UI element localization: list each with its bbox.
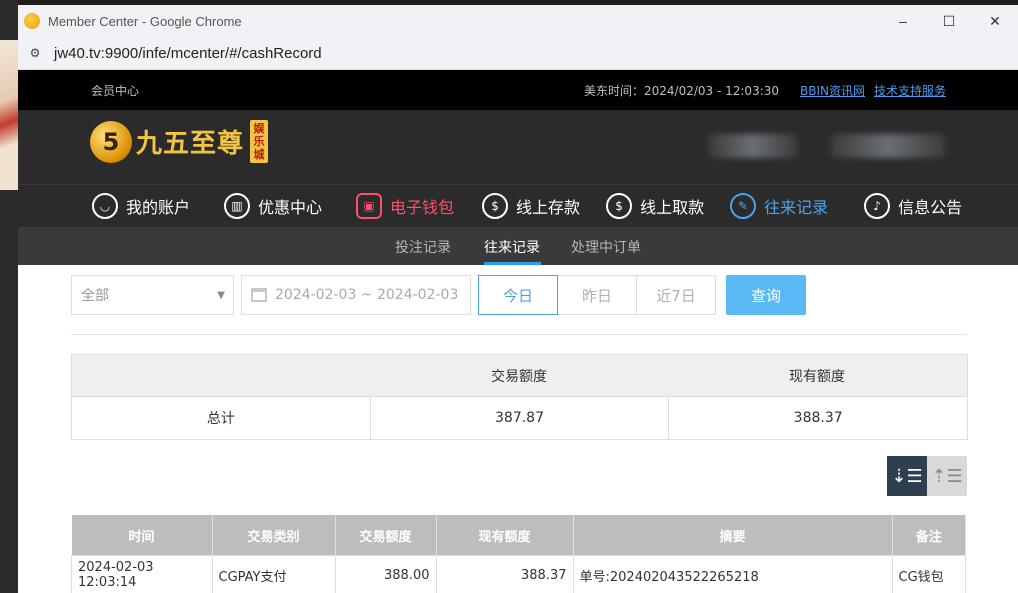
nav-label: 线上取款 bbox=[640, 198, 705, 217]
summary-header bbox=[72, 355, 370, 396]
bell-icon: ♪ bbox=[864, 193, 891, 219]
redacted-balance bbox=[830, 134, 946, 158]
today-button[interactable]: 今日 bbox=[478, 275, 558, 315]
summary-header: 现有额度 bbox=[789, 368, 845, 385]
redacted-username bbox=[708, 134, 798, 158]
type-select[interactable]: 全部 ▼ bbox=[71, 275, 234, 315]
gift-icon: ▥ bbox=[224, 193, 251, 219]
brand-bar: 5 九五至尊 娱乐城 bbox=[18, 110, 1018, 184]
summary-table: 交易额度 现有额度 总计 387.87 388.37 bbox=[71, 354, 968, 440]
nav-item-account[interactable]: ◡ 我的账户 bbox=[92, 193, 190, 219]
site-logo[interactable]: 5 九五至尊 娱乐城 bbox=[90, 120, 269, 163]
divider bbox=[71, 334, 967, 335]
table-row: 2024-02-03 12:03:14 CGPAY支付 388.00 388.3… bbox=[71, 555, 966, 593]
type-select-value: 全部 bbox=[81, 288, 109, 304]
browser-window: Member Center - Google Chrome – ☐ ✕ ⚙ jw… bbox=[18, 5, 1018, 593]
minimize-button[interactable]: – bbox=[880, 13, 926, 30]
nav-item-withdraw[interactable]: $ 线上取款 bbox=[606, 193, 704, 219]
summary-total-row: 总计 387.87 388.37 bbox=[72, 397, 967, 439]
table-cell: 388.37 bbox=[435, 555, 574, 593]
summary-cell: 387.87 bbox=[369, 397, 669, 439]
nav-label: 线上存款 bbox=[516, 198, 581, 217]
site-info-icon[interactable]: ⚙ bbox=[26, 46, 44, 60]
member-center-label: 会员中心 bbox=[91, 83, 140, 98]
column-header: 备注 bbox=[892, 515, 966, 556]
logo-name: 九五至尊 bbox=[136, 129, 245, 159]
nav-item-notice[interactable]: ♪ 信息公告 bbox=[864, 193, 962, 219]
record-icon: ✎ bbox=[730, 193, 757, 219]
window-title: Member Center - Google Chrome bbox=[48, 13, 242, 29]
summary-cell: 总计 bbox=[206, 411, 235, 427]
table-cell: 2024-02-03 12:03:14 bbox=[71, 555, 213, 593]
tab-cash-records[interactable]: 往来记录 bbox=[484, 237, 540, 257]
calendar-icon bbox=[251, 288, 267, 302]
records-table: 时间 交易类别 交易额度 现有额度 摘要 备注 2024-02-03 12:03… bbox=[71, 515, 966, 593]
withdraw-icon: $ bbox=[606, 193, 633, 219]
browser-titlebar: Member Center - Google Chrome – ☐ ✕ bbox=[18, 5, 1018, 37]
site-favicon-icon bbox=[24, 13, 40, 29]
yesterday-button[interactable]: 昨日 bbox=[557, 275, 637, 315]
url-text[interactable]: jw40.tv:9900/infe/mcenter/#/cashRecord bbox=[54, 45, 322, 62]
logo-mark-icon: 5 bbox=[90, 120, 132, 163]
top-info-bar: 会员中心 美东时间：2024/02/03 - 12:03:30 BBIN资讯网 … bbox=[18, 70, 1018, 110]
column-header: 摘要 bbox=[573, 515, 893, 556]
main-nav: ◡ 我的账户 ▥ 优惠中心 ▣ 电子钱包 $ 线上存款 $ 线上取款 ✎ 往来记录 ♪ 信息公… bbox=[18, 184, 1018, 227]
tech-support-link[interactable]: 技术支持服务 bbox=[874, 82, 946, 99]
date-range-input[interactable]: 2024-02-03 ~ 2024-02-03 bbox=[241, 275, 471, 315]
address-bar[interactable]: ⚙ jw40.tv:9900/infe/mcenter/#/cashRecord bbox=[18, 37, 1018, 70]
logo-tag: 娱乐城 bbox=[250, 120, 269, 163]
nav-item-deposit[interactable]: $ 线上存款 bbox=[482, 193, 580, 219]
tab-pending-orders[interactable]: 处理中订单 bbox=[571, 237, 641, 257]
wallet-icon: ▣ bbox=[356, 193, 383, 219]
nav-label: 信息公告 bbox=[898, 198, 963, 217]
table-cell: 388.00 bbox=[334, 555, 437, 593]
query-button[interactable]: 查询 bbox=[726, 275, 806, 315]
filter-bar: 全部 ▼ 2024-02-03 ~ 2024-02-03 今日 昨日 近7日 查… bbox=[71, 275, 806, 315]
sub-nav: 投注记录 往来记录 处理中订单 bbox=[18, 227, 1018, 265]
desktop-background bbox=[0, 0, 18, 593]
summary-cell: 388.37 bbox=[668, 397, 967, 439]
user-icon: ◡ bbox=[92, 193, 118, 219]
nav-label: 往来记录 bbox=[764, 198, 829, 217]
main-content: 全部 ▼ 2024-02-03 ~ 2024-02-03 今日 昨日 近7日 查… bbox=[18, 265, 1018, 593]
desktop-decoration bbox=[0, 40, 18, 190]
nav-item-promotions[interactable]: ▥ 优惠中心 bbox=[224, 193, 322, 219]
last-7-days-button[interactable]: 近7日 bbox=[636, 275, 716, 315]
column-header: 现有额度 bbox=[436, 515, 574, 556]
nav-label: 电子钱包 bbox=[390, 198, 455, 217]
sort-ascending-icon[interactable]: ⇡☰ bbox=[927, 456, 967, 496]
sort-descending-icon[interactable]: ⇣☰ bbox=[887, 456, 927, 496]
maximize-button[interactable]: ☐ bbox=[926, 13, 972, 30]
nav-item-wallet[interactable]: ▣ 电子钱包 bbox=[356, 193, 454, 219]
chevron-down-icon: ▼ bbox=[217, 290, 225, 301]
table-cell: 单号:202402043522265218 bbox=[572, 555, 893, 593]
summary-header-row: 交易额度 现有额度 bbox=[72, 355, 967, 397]
column-header: 交易类别 bbox=[212, 515, 336, 556]
bbin-news-link[interactable]: BBIN资讯网 bbox=[800, 82, 865, 99]
column-header: 交易额度 bbox=[335, 515, 437, 556]
summary-header: 交易额度 bbox=[491, 368, 547, 385]
table-cell: CG钱包 bbox=[891, 555, 966, 593]
records-header-row: 时间 交易类别 交易额度 现有额度 摘要 备注 bbox=[71, 515, 966, 556]
deposit-icon: $ bbox=[482, 193, 509, 219]
sort-buttons: ⇣☰ ⇡☰ bbox=[887, 456, 967, 496]
nav-label: 优惠中心 bbox=[258, 198, 323, 217]
table-cell: CGPAY支付 bbox=[211, 555, 336, 593]
date-range-value: 2024-02-03 ~ 2024-02-03 bbox=[275, 287, 459, 303]
close-button[interactable]: ✕ bbox=[972, 13, 1018, 30]
column-header: 时间 bbox=[71, 515, 213, 556]
quick-date-group: 今日 昨日 近7日 bbox=[478, 275, 716, 315]
nav-item-records[interactable]: ✎ 往来记录 bbox=[730, 193, 828, 219]
nav-label: 我的账户 bbox=[126, 198, 191, 217]
tab-bet-records[interactable]: 投注记录 bbox=[395, 237, 451, 257]
eastern-time: 美东时间：2024/02/03 - 12:03:30 bbox=[584, 83, 780, 98]
